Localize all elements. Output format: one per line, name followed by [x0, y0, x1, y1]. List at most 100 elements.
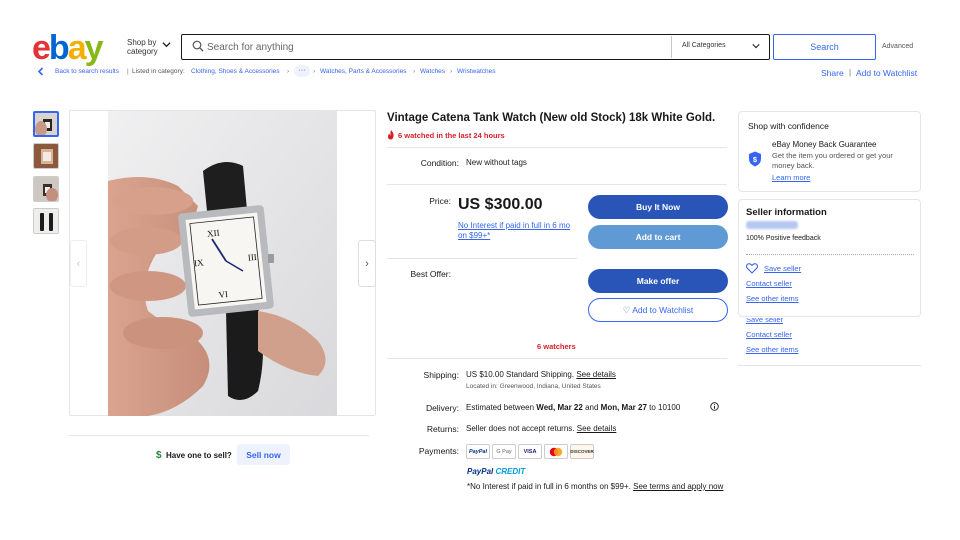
mastercard-icon — [549, 447, 563, 456]
price-label: Price: — [429, 196, 451, 206]
back-to-search-link[interactable]: Back to search results — [55, 68, 119, 75]
shop-by-category-button[interactable]: Shop by category — [127, 38, 158, 56]
best-offer-label: Best Offer: — [410, 269, 451, 279]
price-value: US $300.00 — [458, 196, 543, 213]
dollar-icon: $ — [156, 450, 162, 461]
payment-note: *No Interest if paid in full in 6 months… — [467, 481, 727, 492]
delivery-label: Delivery: — [425, 403, 459, 413]
sell-now-button[interactable]: Sell now — [237, 444, 290, 465]
product-photo[interactable]: XII III VI IX — [108, 111, 337, 416]
paypal-badge: PayPal — [466, 444, 490, 459]
delivery-zip: to 10100 — [649, 403, 681, 412]
fire-icon — [388, 130, 394, 140]
returns-value: Seller does not accept returns. See deta… — [466, 424, 616, 433]
info-icon[interactable] — [710, 402, 719, 411]
shipping-cost: US $10.00 Standard Shipping. — [466, 370, 575, 379]
paypal-credit-logo: PayPal CREDIT — [467, 467, 525, 476]
divider — [387, 358, 727, 359]
listed-in-label: Listed in category: — [132, 68, 185, 75]
contact-seller-link-ghost[interactable]: Contact seller — [746, 330, 792, 339]
money-back-guarantee-text: Get the item you ordered or get your mon… — [772, 151, 893, 170]
discover-badge: DISCOVER — [570, 444, 594, 459]
breadcrumb-separator: › — [287, 68, 290, 75]
seller-information-title: Seller information — [746, 207, 827, 218]
svg-text:IX: IX — [194, 257, 205, 268]
listing-title: Vintage Catena Tank Watch (New old Stock… — [387, 112, 716, 124]
breadcrumb-item[interactable]: Wristwatches — [457, 68, 496, 75]
returns-label: Returns: — [426, 424, 459, 434]
see-other-items-link[interactable]: See other items — [746, 294, 799, 303]
divider — [387, 147, 727, 148]
breadcrumb-item[interactable]: Clothing, Shoes & Accessories — [191, 68, 280, 75]
buy-it-now-button[interactable]: Buy It Now — [588, 195, 728, 219]
mastercard-badge — [544, 444, 568, 459]
breadcrumb-separator: › — [450, 68, 453, 75]
shop-by-category-label: category — [127, 47, 158, 56]
breadcrumb-separator: › — [313, 68, 316, 75]
divider — [387, 184, 727, 185]
gallery-next-button[interactable]: › — [358, 240, 376, 287]
learn-more-link[interactable]: Learn more — [772, 173, 810, 182]
money-back-guarantee-title: eBay Money Back Guarantee — [772, 140, 877, 149]
svg-text:VI: VI — [218, 289, 228, 300]
visa-badge: VISA — [518, 444, 542, 459]
delivery-text: Estimated between — [466, 403, 535, 412]
no-interest-link[interactable]: No Interest if paid in full in 6 mo on $… — [458, 221, 578, 241]
category-select[interactable]: All Categories — [682, 42, 726, 49]
see-other-items-link-ghost[interactable]: See other items — [746, 345, 799, 354]
divider — [671, 36, 672, 58]
gallery-thumbnail[interactable] — [33, 143, 59, 169]
divider — [738, 365, 921, 366]
gallery-thumbnail[interactable] — [33, 176, 59, 202]
watchers-count: 6 watchers — [537, 342, 576, 351]
breadcrumb-item[interactable]: Watches, Parts & Accessories — [320, 68, 406, 75]
add-to-cart-button[interactable]: Add to cart — [588, 225, 728, 249]
save-seller-link[interactable]: Save seller — [764, 264, 801, 273]
search-button[interactable]: Search — [773, 34, 876, 60]
shop-by-label: Shop by — [127, 38, 157, 47]
back-chevron-icon[interactable] — [36, 66, 46, 77]
logo-letter-y: y — [84, 29, 104, 67]
ebay-logo[interactable]: ebay — [32, 29, 104, 67]
make-offer-button[interactable]: Make offer — [588, 269, 728, 293]
paypal-credit-logo-credit: CREDIT — [495, 467, 526, 476]
search-icon — [192, 40, 204, 52]
shield-icon: $ — [749, 151, 761, 167]
shipping-label: Shipping: — [423, 370, 459, 380]
seller-feedback: 100% Positive feedback — [746, 235, 821, 242]
gallery-thumbnail[interactable] — [33, 111, 59, 137]
add-to-watchlist-button[interactable]: ♡ Add to Watchlist — [588, 298, 728, 322]
divider — [69, 435, 369, 436]
heart-icon[interactable] — [746, 263, 758, 274]
payment-note-text: *No Interest if paid in full in 6 months… — [467, 482, 631, 491]
divider — [387, 258, 577, 259]
divider: | — [849, 68, 852, 77]
gallery-thumbnail[interactable] — [33, 208, 59, 234]
confidence-title: Shop with confidence — [748, 121, 829, 131]
returns-policy: Seller does not accept returns. — [466, 424, 575, 433]
divider — [746, 254, 914, 255]
search-input[interactable] — [207, 37, 667, 57]
breadcrumb-divider: | — [127, 68, 129, 75]
contact-seller-link[interactable]: Contact seller — [746, 279, 792, 288]
delivery-text: and — [585, 403, 599, 412]
paypal-credit-logo-paypal: PayPal — [467, 467, 494, 476]
add-to-watchlist-link[interactable]: Add to Watchlist — [856, 68, 917, 78]
gallery-prev-button[interactable]: ‹ — [70, 240, 87, 287]
advanced-search-link[interactable]: Advanced — [882, 43, 913, 50]
svg-text:XII: XII — [207, 228, 220, 239]
shipping-see-details-link[interactable]: See details — [576, 370, 616, 379]
chevron-down-icon[interactable] — [162, 40, 171, 49]
seller-username[interactable] — [746, 221, 798, 229]
delivery-date-start: Wed, Mar 22 — [536, 403, 583, 412]
svg-text:III: III — [247, 252, 257, 263]
logo-letter-e: e — [32, 29, 51, 67]
breadcrumb-more-button[interactable]: ··· — [294, 65, 310, 77]
item-location: Located in: Greenwood, Indiana, United S… — [466, 383, 601, 390]
breadcrumb-item[interactable]: Watches — [420, 68, 445, 75]
chevron-down-icon[interactable] — [752, 42, 760, 50]
see-terms-link[interactable]: See terms and apply now — [633, 482, 723, 491]
google-pay-badge: G Pay — [492, 444, 516, 459]
returns-see-details-link[interactable]: See details — [577, 424, 617, 433]
share-link[interactable]: Share — [821, 68, 844, 78]
